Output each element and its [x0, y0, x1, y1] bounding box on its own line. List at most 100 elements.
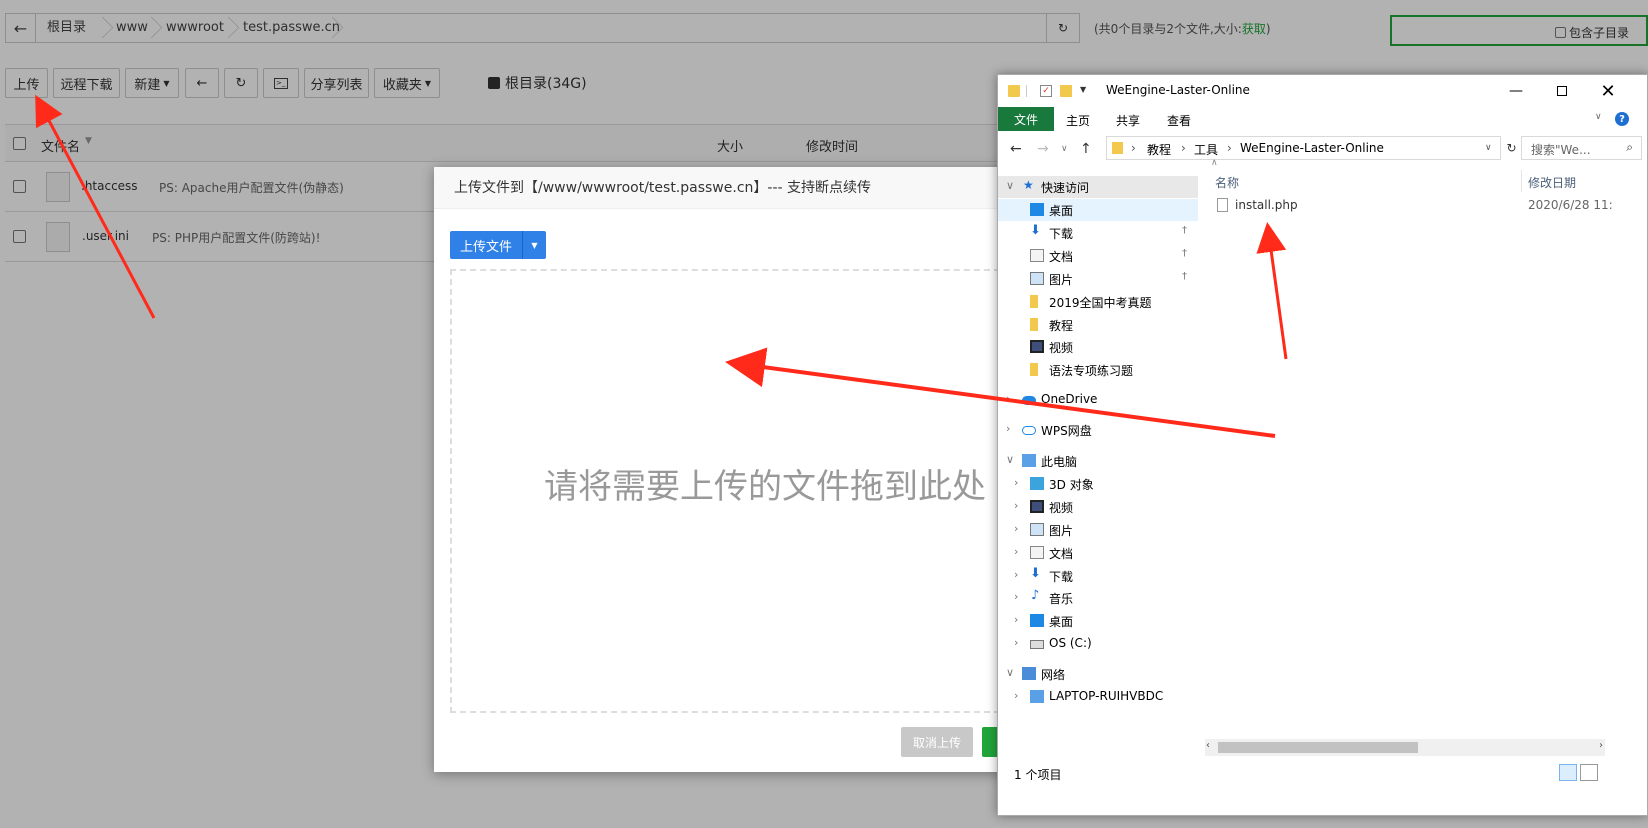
item-count: 1 个项目 [1014, 768, 1062, 782]
document-icon [1030, 546, 1044, 559]
nav-item-drive-c[interactable]: › OS (C:) [998, 633, 1198, 655]
cloud-icon [1022, 396, 1036, 405]
ribbon-tab-share[interactable]: 共享 [1116, 112, 1140, 129]
expand-chevron-icon[interactable]: › [1006, 392, 1010, 405]
expand-chevron-icon[interactable]: › [1014, 476, 1018, 489]
maximize-icon[interactable] [1539, 75, 1585, 107]
document-icon [1030, 249, 1044, 262]
cancel-upload-button[interactable]: 取消上传 [901, 727, 973, 757]
nav-item-downloads[interactable]: › ⬇ 下载 [998, 565, 1198, 587]
pin-icon[interactable]: † [1182, 225, 1187, 236]
file-explorer-window: ✓ ▼ WeEngine-Laster-Online — ✕ 文件 主页 共享 … [997, 74, 1648, 816]
nav-item-computer[interactable]: › LAPTOP-RUIHVBDC [998, 686, 1198, 708]
nav-item-downloads[interactable]: ⬇ 下载 † [998, 222, 1198, 244]
scroll-left-icon[interactable]: ‹ [1206, 740, 1210, 751]
nav-item-3d-objects[interactable]: › 3D 对象 [998, 473, 1198, 495]
collapse-chevron-icon[interactable]: ∨ [1006, 179, 1014, 192]
large-icons-view-icon[interactable] [1580, 764, 1598, 781]
quick-access-dropdown-icon[interactable]: ▼ [1080, 85, 1092, 97]
ribbon-expand-icon[interactable]: ∨ [1595, 112, 1602, 122]
file-modified: 2020/6/28 11: [1528, 198, 1613, 212]
nav-item-desktop[interactable]: › 桌面 [998, 610, 1198, 632]
divider [1026, 85, 1027, 97]
ribbon-tab-home[interactable]: 主页 [1066, 112, 1090, 129]
properties-icon[interactable]: ✓ [1040, 85, 1052, 97]
nav-label: 语法专项练习题 [1049, 364, 1134, 378]
music-note-icon: ♪ [1031, 588, 1040, 603]
expand-chevron-icon[interactable]: › [1014, 613, 1018, 626]
upload-options-caret-icon[interactable]: ▼ [522, 231, 546, 259]
minimize-icon[interactable]: — [1493, 75, 1539, 107]
refresh-icon[interactable]: ↻ [1503, 136, 1520, 160]
address-segment[interactable]: 教程 [1147, 141, 1171, 158]
nav-item-videos[interactable]: 视频 [998, 336, 1198, 358]
status-bar: 1 个项目 [998, 758, 1647, 814]
horizontal-scrollbar[interactable]: ‹ › [1205, 739, 1605, 756]
explorer-titlebar: ✓ ▼ WeEngine-Laster-Online — ✕ [998, 75, 1647, 107]
nav-this-pc[interactable]: ∨ 此电脑 [998, 450, 1198, 472]
download-arrow-icon: ⬇ [1030, 566, 1041, 581]
file-name[interactable]: install.php [1235, 198, 1298, 212]
nav-item-videos[interactable]: › 视频 [998, 496, 1198, 518]
column-divider[interactable] [1521, 170, 1522, 192]
drop-hint: 请将需要上传的文件拖到此处 [544, 467, 986, 507]
collapse-chevron-icon[interactable]: ∨ [1006, 666, 1014, 679]
help-icon[interactable]: ? [1615, 112, 1629, 126]
expand-chevron-icon[interactable]: › [1014, 522, 1018, 535]
nav-label: 网络 [1041, 668, 1066, 682]
details-view-icon[interactable] [1559, 764, 1577, 781]
expand-chevron-icon[interactable]: › [1014, 590, 1018, 603]
expand-chevron-icon[interactable]: › [1014, 689, 1018, 702]
drive-icon [1030, 640, 1044, 649]
nav-onedrive[interactable]: › OneDrive [998, 389, 1198, 411]
back-arrow-icon[interactable]: ← [1010, 141, 1022, 157]
nav-item-folder[interactable]: 语法专项练习题 [998, 359, 1198, 381]
forward-arrow-icon[interactable]: → [1037, 141, 1049, 157]
explorer-search-input[interactable]: 搜索"We... ⌕ [1521, 136, 1642, 160]
new-folder-icon[interactable] [1060, 85, 1072, 97]
nav-item-documents[interactable]: 文档 † [998, 245, 1198, 267]
folder-icon [1030, 363, 1038, 376]
address-segment[interactable]: WeEngine-Laster-Online [1240, 141, 1384, 155]
address-dropdown-icon[interactable]: ∨ [1485, 143, 1492, 153]
expand-chevron-icon[interactable]: › [1014, 636, 1018, 649]
scroll-right-icon[interactable]: › [1599, 740, 1603, 751]
collapse-chevron-icon[interactable]: ∨ [1006, 453, 1014, 466]
expand-chevron-icon[interactable]: › [1006, 422, 1010, 435]
desktop-icon [1030, 203, 1044, 216]
nav-label: WPS网盘 [1041, 424, 1092, 438]
nav-label: 图片 [1049, 524, 1074, 538]
upload-file-button[interactable]: 上传文件 [450, 231, 522, 259]
expand-chevron-icon[interactable]: › [1014, 568, 1018, 581]
col-modified[interactable]: 修改日期 [1528, 174, 1576, 191]
scrollbar-thumb[interactable] [1218, 742, 1418, 753]
address-bar[interactable]: › 教程 › 工具 › WeEngine-Laster-Online ∨ [1106, 136, 1501, 160]
list-item[interactable]: install.php 2020/6/28 11: [1201, 194, 1647, 216]
nav-label: 3D 对象 [1049, 478, 1094, 492]
nav-item-pictures[interactable]: 图片 † [998, 268, 1198, 290]
expand-chevron-icon[interactable]: › [1014, 499, 1018, 512]
recent-dropdown-icon[interactable]: ∨ [1061, 144, 1068, 154]
ribbon-tab-view[interactable]: 查看 [1167, 112, 1191, 129]
pin-icon[interactable]: † [1182, 248, 1187, 259]
nav-item-documents[interactable]: › 文档 [998, 542, 1198, 564]
nav-wps[interactable]: › WPS网盘 [998, 419, 1198, 441]
nav-quick-access[interactable]: ∨ ★ 快速访问 [998, 176, 1198, 198]
ribbon-tab-file[interactable]: 文件 [998, 107, 1054, 131]
nav-item-pictures[interactable]: › 图片 [998, 519, 1198, 541]
nav-item-desktop[interactable]: 桌面 [998, 199, 1198, 221]
drop-zone[interactable]: 请将需要上传的文件拖到此处 [450, 269, 1000, 713]
cloud-icon [1022, 426, 1036, 435]
nav-item-folder[interactable]: 2019全国中考真题 [998, 291, 1198, 313]
expand-chevron-icon[interactable]: › [1014, 545, 1018, 558]
close-icon[interactable]: ✕ [1585, 75, 1631, 107]
breadcrumb-chevron-icon: › [1131, 141, 1136, 155]
folder-icon [1112, 142, 1123, 154]
up-arrow-icon[interactable]: ↑ [1080, 141, 1092, 157]
address-segment[interactable]: 工具 [1194, 141, 1218, 158]
pin-icon[interactable]: † [1182, 271, 1187, 282]
nav-item-music[interactable]: › ♪ 音乐 [998, 587, 1198, 609]
nav-item-folder[interactable]: 教程 [998, 314, 1198, 336]
col-name[interactable]: 名称 [1215, 174, 1239, 191]
nav-network[interactable]: ∨ 网络 [998, 663, 1198, 685]
